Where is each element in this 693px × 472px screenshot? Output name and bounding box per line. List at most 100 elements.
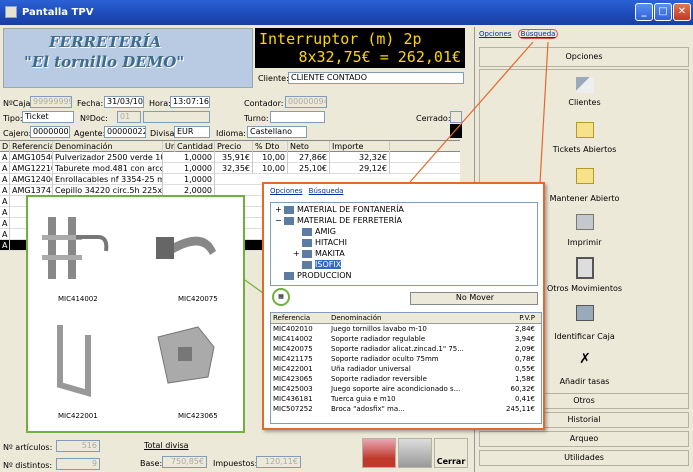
col-d: D <box>2 141 10 152</box>
list-item[interactable]: MIC507252 Broca "adosfix" ma... 245,11€ <box>271 404 541 414</box>
table-cell: 10,00 <box>253 152 288 163</box>
table-row[interactable]: A AMG10540Pulverizador 2500 verde 10 l 1,0… <box>0 152 460 163</box>
col-referencia: Referencia <box>12 141 53 152</box>
opciones-button[interactable]: Opciones <box>479 47 689 67</box>
cash-drawer-button[interactable] <box>362 438 396 468</box>
col-dto: % Dto <box>253 141 288 152</box>
clientes-icon[interactable] <box>576 77 594 93</box>
maximize-button[interactable]: □ <box>654 3 672 21</box>
ndoc-label: NºDoc: <box>80 114 108 123</box>
tree-item[interactable]: PRODUCCION <box>275 271 352 281</box>
printer-icon[interactable] <box>576 214 594 230</box>
tipo-select[interactable]: Ticket <box>22 111 74 123</box>
table-row[interactable]: A AMG12210Taburete mod.481 con arco 1,0000… <box>0 163 460 174</box>
tree-item[interactable]: AMIG <box>293 227 336 237</box>
close-button[interactable]: ✕ <box>673 3 691 21</box>
list-item[interactable]: MIC420075 Soporte radiador alicat.zincad.… <box>271 344 541 354</box>
hora-field[interactable]: 13:07:16 <box>170 96 210 108</box>
print-ticket-button[interactable] <box>398 438 432 468</box>
window-title: Pantalla TPV <box>22 7 94 18</box>
popup-tab-opciones[interactable]: Opciones <box>270 187 302 195</box>
list-item[interactable]: MIC421175 Soporte radiador oculto 75mm 0,7… <box>271 354 541 364</box>
folder-icon <box>302 260 312 269</box>
calculator-icon[interactable] <box>576 257 594 279</box>
plist-col-denom: Denominación <box>331 314 382 322</box>
tree-expander-icon[interactable]: + <box>275 205 284 215</box>
list-cell: Uña radiador universal <box>331 365 411 373</box>
divisa-select[interactable]: EUR <box>174 126 210 138</box>
list-item[interactable]: MIC402010 Juego tornillos lavabo m-10 2,84… <box>271 324 541 334</box>
agente-field[interactable]: 00000022 <box>104 126 146 138</box>
list-item[interactable]: MIC425003 Juego soporte aire acondicionad… <box>271 384 541 394</box>
list-item[interactable]: MIC422001 Uña radiador universal 0,55€ <box>271 364 541 374</box>
cerrado-label: Cerrado: <box>416 114 451 123</box>
narticulos-field: 516 <box>56 440 100 452</box>
table-cell: AMG12210 <box>12 163 53 174</box>
table-cell: A <box>0 196 10 207</box>
col-precio: Precio <box>215 141 253 152</box>
total-divisa-tab[interactable]: Total divisa <box>144 441 189 450</box>
list-cell: Tuerca guia e m10 <box>331 395 396 403</box>
search-popup: Opciones Búsqueda + MATERIAL DE FONTANERÍ… <box>262 182 545 430</box>
base-field: 750,85€ <box>162 456 207 468</box>
category-tree: + MATERIAL DE FONTANERÍA − MATERIAL DE FERR… <box>270 202 538 286</box>
tickets-icon[interactable] <box>576 122 594 138</box>
fecha-field[interactable]: 31/03/10 <box>104 96 144 108</box>
table-cell: Pulverizador 2500 verde 10 l <box>55 152 163 163</box>
tree-expander-icon[interactable]: − <box>275 216 284 226</box>
image-caption-4: MIC423065 <box>178 412 218 420</box>
cliente-field[interactable]: CLIENTE CONTADO <box>288 72 464 84</box>
cajero-field[interactable]: 00000001 <box>30 126 70 138</box>
table-cell: 29,12€ <box>330 163 390 174</box>
arqueo-button[interactable]: Arqueo <box>479 431 689 447</box>
logo-line-2: "El tornillo DEMO" <box>24 53 185 71</box>
cerrado-checkbox[interactable] <box>450 111 462 123</box>
table-cell: AMG12406 <box>12 174 53 185</box>
ndoc-serie-field: 01 <box>117 111 141 123</box>
list-cell: 245,11€ <box>506 405 535 413</box>
tree-item[interactable]: ISOFIX <box>293 260 342 270</box>
list-cell: MIC507252 <box>273 405 313 413</box>
table-cell: 1,0000 <box>175 174 215 185</box>
no-mover-button[interactable]: No Mover <box>410 292 538 305</box>
minimize-button[interactable]: _ <box>635 3 653 21</box>
idioma-select[interactable]: Castellano <box>247 126 307 138</box>
image-caption-3: MIC422001 <box>58 412 98 420</box>
folder-icon <box>284 216 294 225</box>
image-toggle-icon[interactable]: ▦ <box>272 288 290 306</box>
table-cell: AMG10540 <box>12 152 53 163</box>
table-cell: 1,0000 <box>175 152 215 163</box>
right-tab-busqueda[interactable]: Búsqueda <box>517 29 559 39</box>
impuestos-field: 120,11€ <box>256 456 301 468</box>
tree-expander-icon[interactable]: + <box>293 249 302 259</box>
table-cell: A <box>0 152 10 163</box>
fecha-label: Fecha: <box>77 99 104 108</box>
list-item[interactable]: MIC436181 Tuerca guia e m10 0,41€ <box>271 394 541 404</box>
list-item[interactable]: MIC414002 Soporte radiador regulable 3,94€ <box>271 334 541 344</box>
table-cell: 32,32€ <box>330 152 390 163</box>
table-cell: A <box>0 163 10 174</box>
tree-item[interactable]: − MATERIAL DE FERRETERÍA <box>275 216 402 226</box>
table-cell: 27,86€ <box>288 152 330 163</box>
mantener-icon[interactable] <box>576 168 594 184</box>
tree-item[interactable]: + MATERIAL DE FONTANERÍA <box>275 205 404 215</box>
ndistintos-label: Nº distintos: <box>3 461 53 470</box>
table-cell: 1,0000 <box>175 163 215 174</box>
tickets-abiertos-label[interactable]: Tickets Abiertos <box>475 145 693 154</box>
list-cell: 0,78€ <box>514 355 535 363</box>
folder-icon <box>284 271 294 280</box>
list-cell: Soporte radiador regulable <box>331 335 426 343</box>
clientes-label[interactable]: Clientes <box>475 98 693 107</box>
cerrar-button[interactable]: Cerrar <box>434 438 468 468</box>
identificar-caja-icon[interactable] <box>576 305 594 321</box>
tree-item[interactable]: + MAKITA <box>293 249 345 259</box>
right-tab-opciones[interactable]: Opciones <box>479 30 511 38</box>
tree-item[interactable]: HITACHI <box>293 238 347 248</box>
list-item[interactable]: MIC423065 Soporte radiador reversible 1,58… <box>271 374 541 384</box>
turno-field[interactable] <box>270 111 325 123</box>
tax-icon[interactable]: ✗ <box>576 351 594 367</box>
list-cell: Soporte radiador alicat.zincad.1" 75... <box>331 345 464 353</box>
popup-tab-busqueda[interactable]: Búsqueda <box>309 187 344 195</box>
utilidades-button[interactable]: Utilidades <box>479 450 689 466</box>
status-indicator <box>450 124 462 138</box>
